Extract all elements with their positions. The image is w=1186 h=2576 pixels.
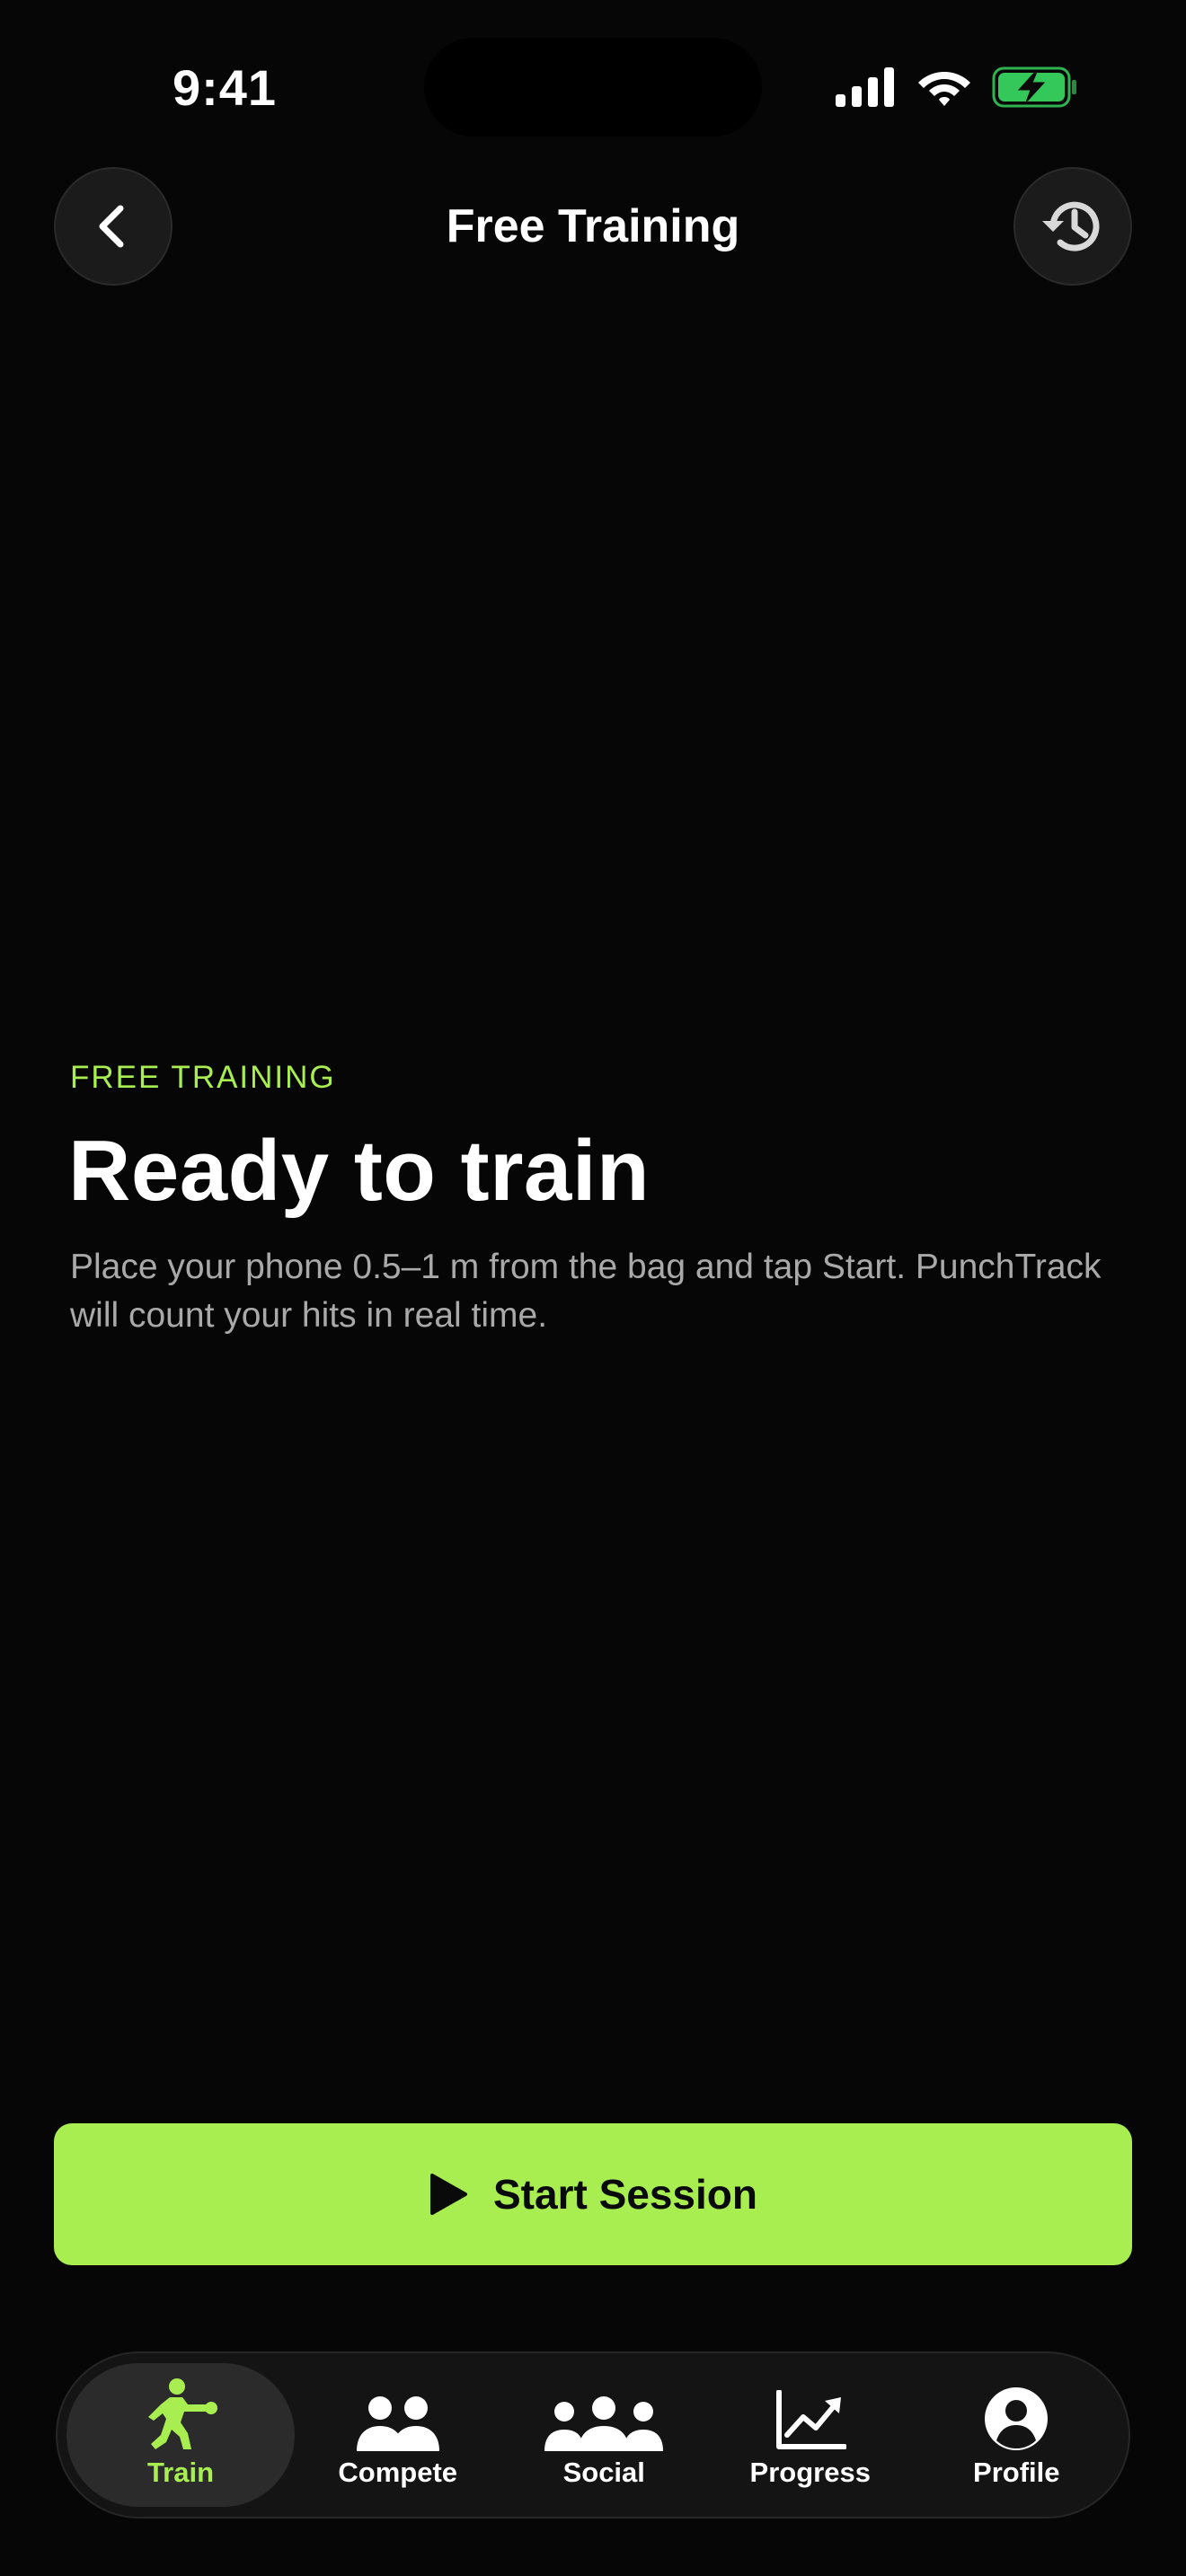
history-icon — [1042, 201, 1100, 251]
page-title: Free Training — [446, 200, 740, 252]
tab-progress[interactable]: Progress — [707, 2363, 914, 2507]
back-button[interactable] — [54, 167, 173, 286]
tab-label-compete: Compete — [338, 2457, 458, 2488]
status-time: 9:41 — [172, 59, 278, 116]
group-icon — [544, 2396, 664, 2451]
start-session-button[interactable]: Start Session — [54, 2123, 1132, 2265]
instructions-text: Place your phone 0.5–1 m from the bag an… — [70, 1248, 1102, 1335]
tab-profile[interactable]: Profile — [914, 2363, 1120, 2507]
tab-train[interactable]: Train — [66, 2363, 295, 2507]
wifi-icon — [918, 72, 970, 106]
status-icons — [836, 63, 1078, 111]
person-circle-icon — [985, 2387, 1049, 2450]
tab-label-progress: Progress — [749, 2457, 871, 2488]
boxer-icon — [148, 2378, 217, 2449]
history-button[interactable] — [1013, 167, 1132, 286]
two-people-icon — [356, 2396, 439, 2451]
tab-bar: Train Compete Social Progress Profile — [56, 2351, 1130, 2519]
chart-up-icon — [775, 2390, 846, 2449]
tab-compete[interactable]: Compete — [295, 2363, 501, 2507]
play-icon — [430, 2174, 467, 2215]
dynamic-island — [424, 38, 762, 137]
cellular-signal-icon — [836, 67, 894, 107]
tab-label-social: Social — [562, 2457, 645, 2488]
headline: Ready to train — [68, 1123, 651, 1219]
start-session-label: Start Session — [493, 2171, 757, 2218]
battery-charging-icon — [992, 66, 1076, 108]
tab-social[interactable]: Social — [501, 2363, 708, 2507]
chevron-left-icon — [99, 205, 124, 248]
section-eyebrow: FREE TRAINING — [70, 1060, 336, 1095]
tab-label-profile: Profile — [973, 2457, 1060, 2488]
tab-label-train: Train — [146, 2457, 215, 2488]
